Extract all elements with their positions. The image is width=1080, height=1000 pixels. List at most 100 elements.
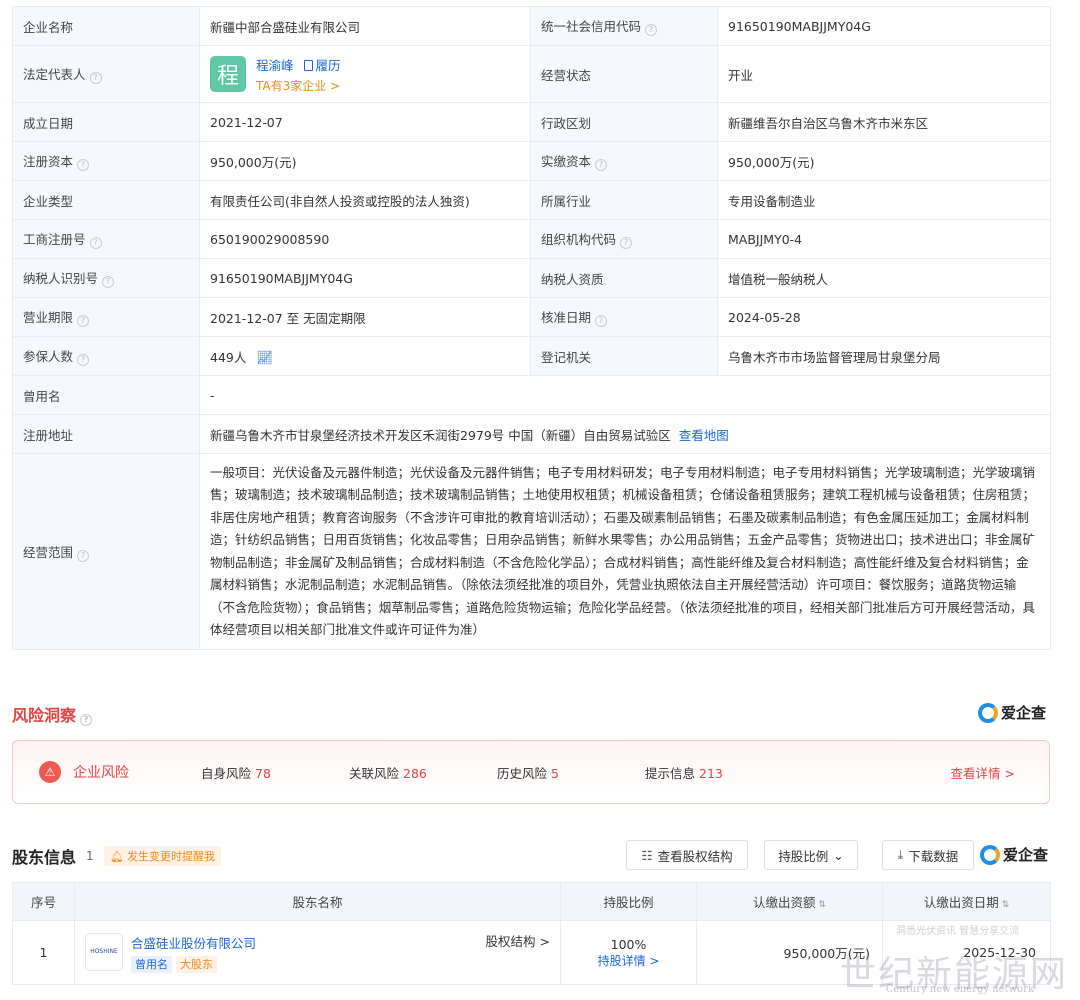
history-risk[interactable]: 历史风险 5 [497, 763, 645, 782]
info-row: 经营范围? 一般项目：光伏设备及元器件制造；光伏设备及元器件销售；电子专用材料研… [12, 453, 1051, 650]
risk-item-count: 5 [551, 765, 559, 781]
former-name-label: 曾用名 [12, 375, 200, 415]
legal-rep-name-link[interactable]: 程渝峰 [256, 58, 294, 73]
view-equity-structure-button[interactable]: ☷ 查看股权结构 [626, 840, 748, 870]
col-name: 股东名称 [74, 882, 561, 921]
button-label: 持股比例 [778, 848, 829, 864]
biz-reg-no-label-cell: 工商注册号? [12, 219, 200, 259]
button-label: 查看股权结构 [657, 848, 733, 864]
download-icon: ⤓ [897, 847, 904, 862]
paid-capital-label-cell: 实缴资本? [530, 141, 718, 181]
col-amount[interactable]: 认缴出资额 ⇅ [696, 882, 883, 921]
risk-shield-icon: ⚠︎ [39, 761, 61, 783]
watermark-tagline: 洞悉光伏资讯 智慧分享交流 [896, 926, 1020, 937]
shareholder-section-title: 股东信息 [12, 848, 77, 867]
help-icon[interactable]: ? [77, 549, 90, 562]
help-icon[interactable]: ? [595, 159, 608, 171]
company-logo[interactable]: HOSHINE [85, 932, 123, 971]
change-alert-button[interactable]: 🔔︎ 发生变更时提醒我 [104, 846, 221, 866]
document-icon [303, 59, 313, 71]
biz-reg-no-label: 工商注册号 [23, 232, 86, 247]
scope-label: 经营范围 [23, 544, 74, 560]
registrar-value: 乌鲁木齐市市场监督管理局甘泉堡分局 [717, 336, 1051, 376]
info-row: 注册地址 新疆乌鲁木齐市甘泉堡经济技术开发区禾润街2979号 中国（新疆）自由贸… [12, 414, 1051, 454]
reg-capital-label-cell: 注册资本? [12, 141, 200, 181]
enterprise-risk-panel[interactable]: ⚠︎ 企业风险 自身风险 78 关联风险 286 历史风险 5 提示信息 213 查看详… [12, 740, 1050, 804]
info-row: 工商注册号? 650190029008590 组织机构代码? MABJJMY0-… [12, 219, 1051, 259]
download-data-button[interactable]: ⤓ 下载数据 [882, 840, 974, 870]
help-icon[interactable]: ? [620, 237, 633, 249]
former-name-value: - [199, 375, 1051, 415]
shareholder-name-link[interactable]: 合盛硅业股份有限公司 [131, 933, 256, 952]
resume-link[interactable]: 履历 [303, 58, 341, 73]
aiqicha-logo: 爱企查 [978, 702, 1046, 723]
equity-structure-link[interactable]: 股权结构 > [486, 931, 550, 950]
structure-icon: ☷ [641, 847, 653, 863]
info-row: 参保人数? 449人 📈︎ 登记机关 乌鲁木齐市市场监督管理局甘泉堡分局 [12, 336, 1051, 376]
view-details-link[interactable]: 查看详情 > [951, 763, 1015, 782]
term-label: 营业期限 [23, 310, 74, 325]
industry-value: 专用设备制造业 [717, 180, 1051, 220]
self-risk[interactable]: 自身风险 78 [201, 763, 349, 782]
approval-date-label-cell: 核准日期? [530, 297, 718, 337]
major-shareholder-tag[interactable]: 大股东 [176, 955, 217, 973]
taxpayer-qual-value: 增值税一般纳税人 [717, 258, 1051, 298]
info-row: 企业类型 有限责任公司(非自然人投资或控股的法人独资) 所属行业 专用设备制造业 [12, 180, 1051, 220]
info-row: 注册资本? 950,000万(元) 实缴资本? 950,000万(元) [12, 141, 1051, 181]
view-map-link[interactable]: 查看地图 [679, 428, 729, 443]
help-icon[interactable]: ? [80, 714, 93, 726]
risk-section-title: 风险洞察? [12, 702, 93, 726]
help-icon[interactable]: ? [77, 354, 90, 366]
help-icon[interactable]: ? [595, 315, 608, 327]
related-risk[interactable]: 关联风险 286 [349, 763, 497, 782]
col-date[interactable]: 认缴出资日期 ⇅ [882, 882, 1051, 921]
aiqicha-logo-icon [978, 702, 998, 723]
col-date-label: 认缴出资日期 [923, 895, 999, 910]
shareholder-count: 1 [86, 849, 94, 863]
former-name-tag[interactable]: 曾用名 [131, 955, 172, 973]
holding-ratio-dropdown[interactable]: 持股比例 ⌄ [764, 840, 858, 870]
reg-capital-label: 注册资本 [23, 154, 74, 169]
aiqicha-logo: 爱企查 [980, 844, 1048, 865]
taxpayer-id-label: 纳税人识别号 [23, 271, 99, 286]
sort-icon[interactable]: ⇅ [818, 900, 826, 910]
credit-code-label-cell: 统一社会信用代码? [530, 6, 718, 46]
type-label: 企业类型 [12, 180, 200, 220]
brand-text: 爱企查 [1001, 704, 1047, 722]
help-icon[interactable]: ? [77, 159, 90, 171]
scope-value: 一般项目：光伏设备及元器件制造；光伏设备及元器件销售；电子专用材料研发；电子专用… [199, 453, 1051, 650]
credit-code-label: 统一社会信用代码 [541, 19, 642, 34]
industry-label: 所属行业 [530, 180, 718, 220]
insured-label-cell: 参保人数? [12, 336, 200, 376]
avatar[interactable]: 程 [210, 56, 246, 92]
info-row: 纳税人识别号? 91650190MABJJMY04G 纳税人资质 增值税一般纳税… [12, 258, 1051, 298]
sort-icon[interactable]: ⇅ [1002, 900, 1010, 910]
legal-rep-label-cell: 法定代表人? [12, 45, 200, 103]
taxpayer-qual-label: 纳税人资质 [530, 258, 718, 298]
related-companies-link[interactable]: TA有3家企业 > [256, 77, 341, 94]
help-icon[interactable]: ? [645, 24, 658, 36]
table-header-row: 序号 股东名称 持股比例 认缴出资额 ⇅ 认缴出资日期 ⇅ [12, 882, 1051, 921]
watermark-subtitle: Century new energy network [885, 984, 1034, 995]
risk-title-text: 风险洞察 [12, 706, 77, 725]
risk-item-label: 历史风险 [497, 765, 548, 781]
hint-info[interactable]: 提示信息 213 [645, 763, 793, 782]
biz-reg-no-value: 650190029008590 [199, 219, 531, 259]
founded-value: 2021-12-07 [199, 102, 531, 142]
info-row: 曾用名 - [12, 375, 1051, 415]
type-value: 有限责任公司(非自然人投资或控股的法人独资) [199, 180, 531, 220]
help-icon[interactable]: ? [89, 237, 102, 249]
address-value: 新疆乌鲁木齐市甘泉堡经济技术开发区禾润街2979号 中国（新疆）自由贸易试验区 [210, 427, 671, 443]
credit-code: 91650190MABJJMY04G [717, 6, 1051, 46]
risk-item-count: 286 [403, 765, 427, 781]
holding-details-link[interactable]: 持股详情 > [561, 952, 696, 969]
company-name: 新疆中部合盛硅业有限公司 [199, 6, 531, 46]
col-ratio: 持股比例 [560, 882, 697, 921]
help-icon[interactable]: ? [89, 72, 102, 84]
help-icon[interactable]: ? [77, 315, 90, 327]
risk-item-label: 自身风险 [201, 765, 252, 781]
trend-chart-icon[interactable]: 📈︎ [256, 351, 273, 366]
help-icon[interactable]: ? [102, 276, 115, 288]
region-value: 新疆维吾尔自治区乌鲁木齐市米东区 [717, 102, 1051, 142]
founded-label: 成立日期 [12, 102, 200, 142]
